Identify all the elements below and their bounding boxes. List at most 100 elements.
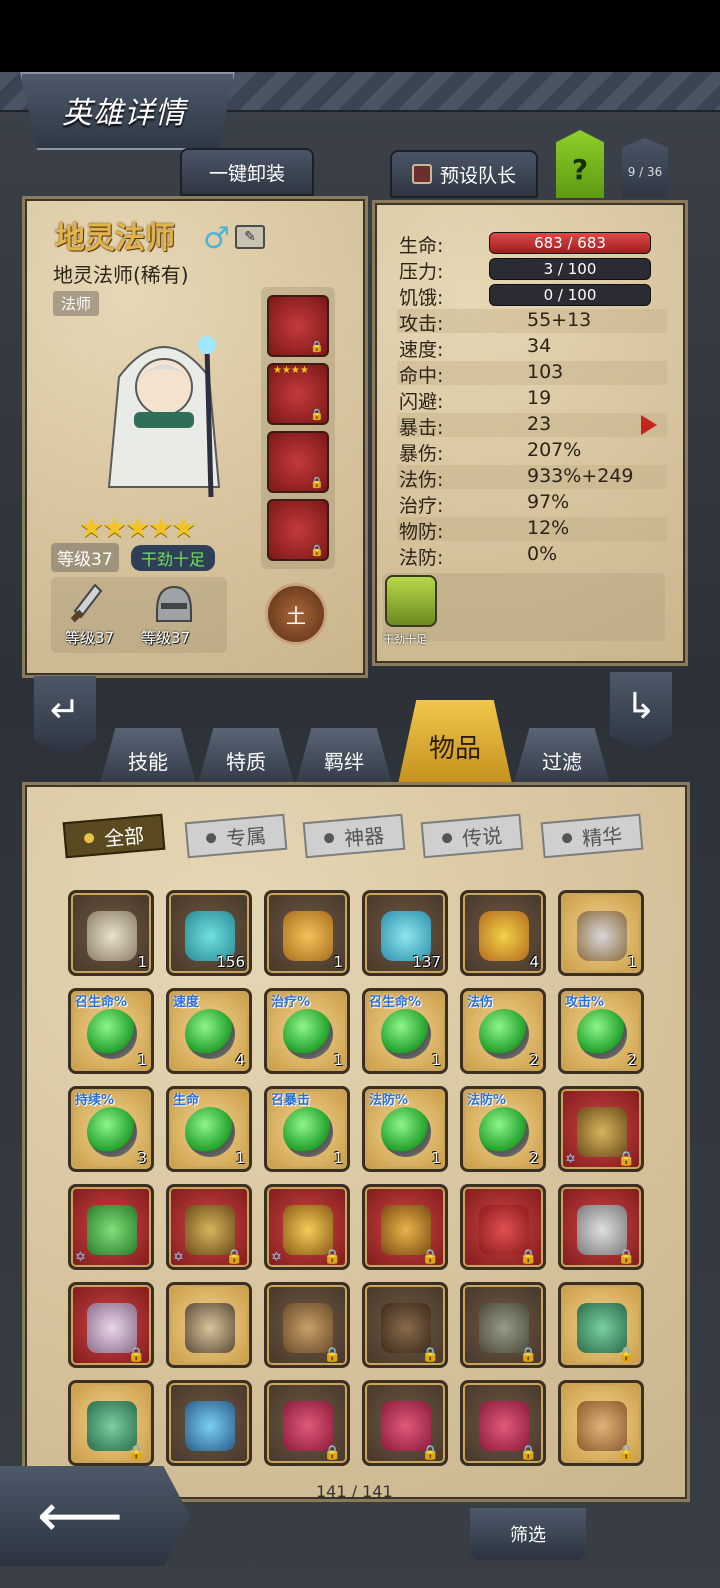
- item-red-scarf[interactable]: 🔒: [460, 1184, 546, 1270]
- stat-row: 法伤: 933%+249: [397, 465, 667, 491]
- lock-icon: 🔒: [323, 1249, 341, 1265]
- equip-slot-boots[interactable]: 🔒: [267, 431, 329, 493]
- item-shield-crest[interactable]: ✡ 🔒: [558, 1086, 644, 1172]
- stat-row: 速度: 34: [397, 335, 667, 361]
- item-gem[interactable]: 治疗% 1: [264, 988, 350, 1074]
- hp-bar: 683 / 683: [489, 232, 651, 254]
- hood-icon: [479, 1303, 529, 1353]
- filter-label: 精华: [581, 822, 624, 851]
- gem-icon: [479, 1107, 529, 1157]
- item-axe[interactable]: 🔒: [460, 1380, 546, 1466]
- tab-items[interactable]: 物品: [398, 700, 512, 784]
- equip-slot-amulet[interactable]: 🔒: [267, 295, 329, 357]
- unequip-all-button[interactable]: 一键卸装: [180, 148, 314, 196]
- lock-icon: 🔒: [519, 1249, 537, 1265]
- helmet-icon[interactable]: [151, 581, 197, 627]
- help-button[interactable]: ?: [556, 130, 604, 198]
- lock-icon: 🔒: [421, 1249, 439, 1265]
- gem-icon: [577, 1009, 627, 1059]
- checkbox-icon[interactable]: [411, 164, 432, 184]
- status-bar: [0, 0, 720, 72]
- item-gem[interactable]: 速度 4: [166, 988, 252, 1074]
- next-hero-button[interactable]: ↳: [610, 672, 672, 752]
- gem-icon: [479, 1009, 529, 1059]
- item-gem[interactable]: 召暴击 1: [264, 1086, 350, 1172]
- item-green-dagger[interactable]: ✡: [68, 1184, 154, 1270]
- prev-hero-button[interactable]: ↵: [34, 676, 96, 756]
- item-gem[interactable]: 召生命% 1: [68, 988, 154, 1074]
- item-skull-doll[interactable]: 4: [460, 890, 546, 976]
- stat-value: 55+13: [527, 309, 592, 331]
- item-blue-helm[interactable]: [166, 1380, 252, 1466]
- tab-traits[interactable]: 特质: [198, 728, 294, 784]
- item-tag: 生命: [173, 1093, 200, 1108]
- filter-button[interactable]: 筛选: [470, 1508, 586, 1560]
- stat-label: 速度:: [399, 339, 444, 361]
- stat-label: 命中:: [399, 365, 444, 387]
- lock-icon: 🔒: [617, 1151, 635, 1167]
- item-crystal-powder[interactable]: 1: [68, 890, 154, 976]
- gem-icon: [283, 1009, 333, 1059]
- back-button[interactable]: ⟵: [0, 1466, 190, 1566]
- ring-icon: [577, 1205, 627, 1255]
- item-count: 1: [627, 953, 637, 971]
- preset-captain-toggle[interactable]: 预设队长: [390, 150, 538, 198]
- item-count: 1: [333, 953, 343, 971]
- item-gem[interactable]: 法伤 2: [460, 988, 546, 1074]
- item-feather[interactable]: 1: [264, 890, 350, 976]
- item-wooden-shield[interactable]: 🔒: [362, 1282, 448, 1368]
- tab-bonds[interactable]: 羁绊: [296, 728, 392, 784]
- lock-icon: 🔒: [310, 408, 324, 421]
- sword-icon[interactable]: [67, 581, 107, 631]
- item-winged-helmet[interactable]: ✡ 🔒: [166, 1184, 252, 1270]
- equip-slot-cross[interactable]: 🔒: [267, 499, 329, 561]
- item-bag[interactable]: 🔒: [264, 1282, 350, 1368]
- trait-icon[interactable]: [385, 575, 437, 627]
- item-rune-stone[interactable]: 156: [166, 890, 252, 976]
- item-gold-ring[interactable]: ✡ 🔒: [264, 1184, 350, 1270]
- item-axe[interactable]: 🔒: [362, 1380, 448, 1466]
- item-jade-ring[interactable]: 🔒: [558, 1282, 644, 1368]
- lock-icon: 🔒: [519, 1347, 537, 1363]
- staff-icon: [185, 1303, 235, 1353]
- stat-value: 0%: [527, 543, 558, 565]
- expand-arrow-icon[interactable]: [641, 415, 657, 435]
- gem-icon: [185, 1107, 235, 1157]
- item-jewel-ring[interactable]: 🔒: [362, 1184, 448, 1270]
- item-count: 1: [431, 1149, 441, 1167]
- equip-slot-accessory[interactable]: ★★★★ 🔒: [267, 363, 329, 425]
- item-gem[interactable]: 攻击% 2: [558, 988, 644, 1074]
- item-staff[interactable]: [166, 1282, 252, 1368]
- item-count: 3: [137, 1149, 147, 1167]
- tab-filter[interactable]: 过滤: [514, 728, 610, 784]
- item-gem[interactable]: 生命 1: [166, 1086, 252, 1172]
- item-jade-ring[interactable]: 🔒: [68, 1380, 154, 1466]
- item-gem[interactable]: 法防% 2: [460, 1086, 546, 1172]
- item-voodoo-doll[interactable]: 🔒: [558, 1380, 644, 1466]
- bag-icon: [283, 1303, 333, 1353]
- hero-card: 地灵法师 ♂ ✎ 地灵法师(稀有) 法师 ★★★★★ 等级37 干劲十足 等级3…: [22, 196, 368, 678]
- dagger-icon: [87, 1205, 137, 1255]
- item-gem[interactable]: 法防% 1: [362, 1086, 448, 1172]
- edit-icon[interactable]: ✎: [235, 225, 265, 249]
- earth-element-icon[interactable]: 土: [265, 583, 327, 645]
- item-axe[interactable]: 🔒: [264, 1380, 350, 1466]
- item-count: 1: [333, 1149, 343, 1167]
- gem-icon: [87, 1009, 137, 1059]
- item-chalice[interactable]: 🔒: [68, 1282, 154, 1368]
- filter-label: 传说: [461, 822, 504, 851]
- item-chest[interactable]: 1: [558, 890, 644, 976]
- item-potion[interactable]: 137: [362, 890, 448, 976]
- lock-icon: 🔒: [310, 340, 324, 353]
- stat-label: 压力:: [399, 261, 444, 283]
- lock-icon: 🔒: [617, 1249, 635, 1265]
- star-icon: ✡: [271, 1250, 282, 1265]
- stat-label: 生命:: [399, 235, 444, 257]
- lock-icon: 🔒: [617, 1445, 635, 1461]
- item-hood[interactable]: 🔒: [460, 1282, 546, 1368]
- item-gem[interactable]: 召生命% 1: [362, 988, 448, 1074]
- stat-label: 暴击:: [399, 417, 444, 439]
- tab-skills[interactable]: 技能: [100, 728, 196, 784]
- item-gem[interactable]: 持续% 3: [68, 1086, 154, 1172]
- item-silver-ring[interactable]: 🔒: [558, 1184, 644, 1270]
